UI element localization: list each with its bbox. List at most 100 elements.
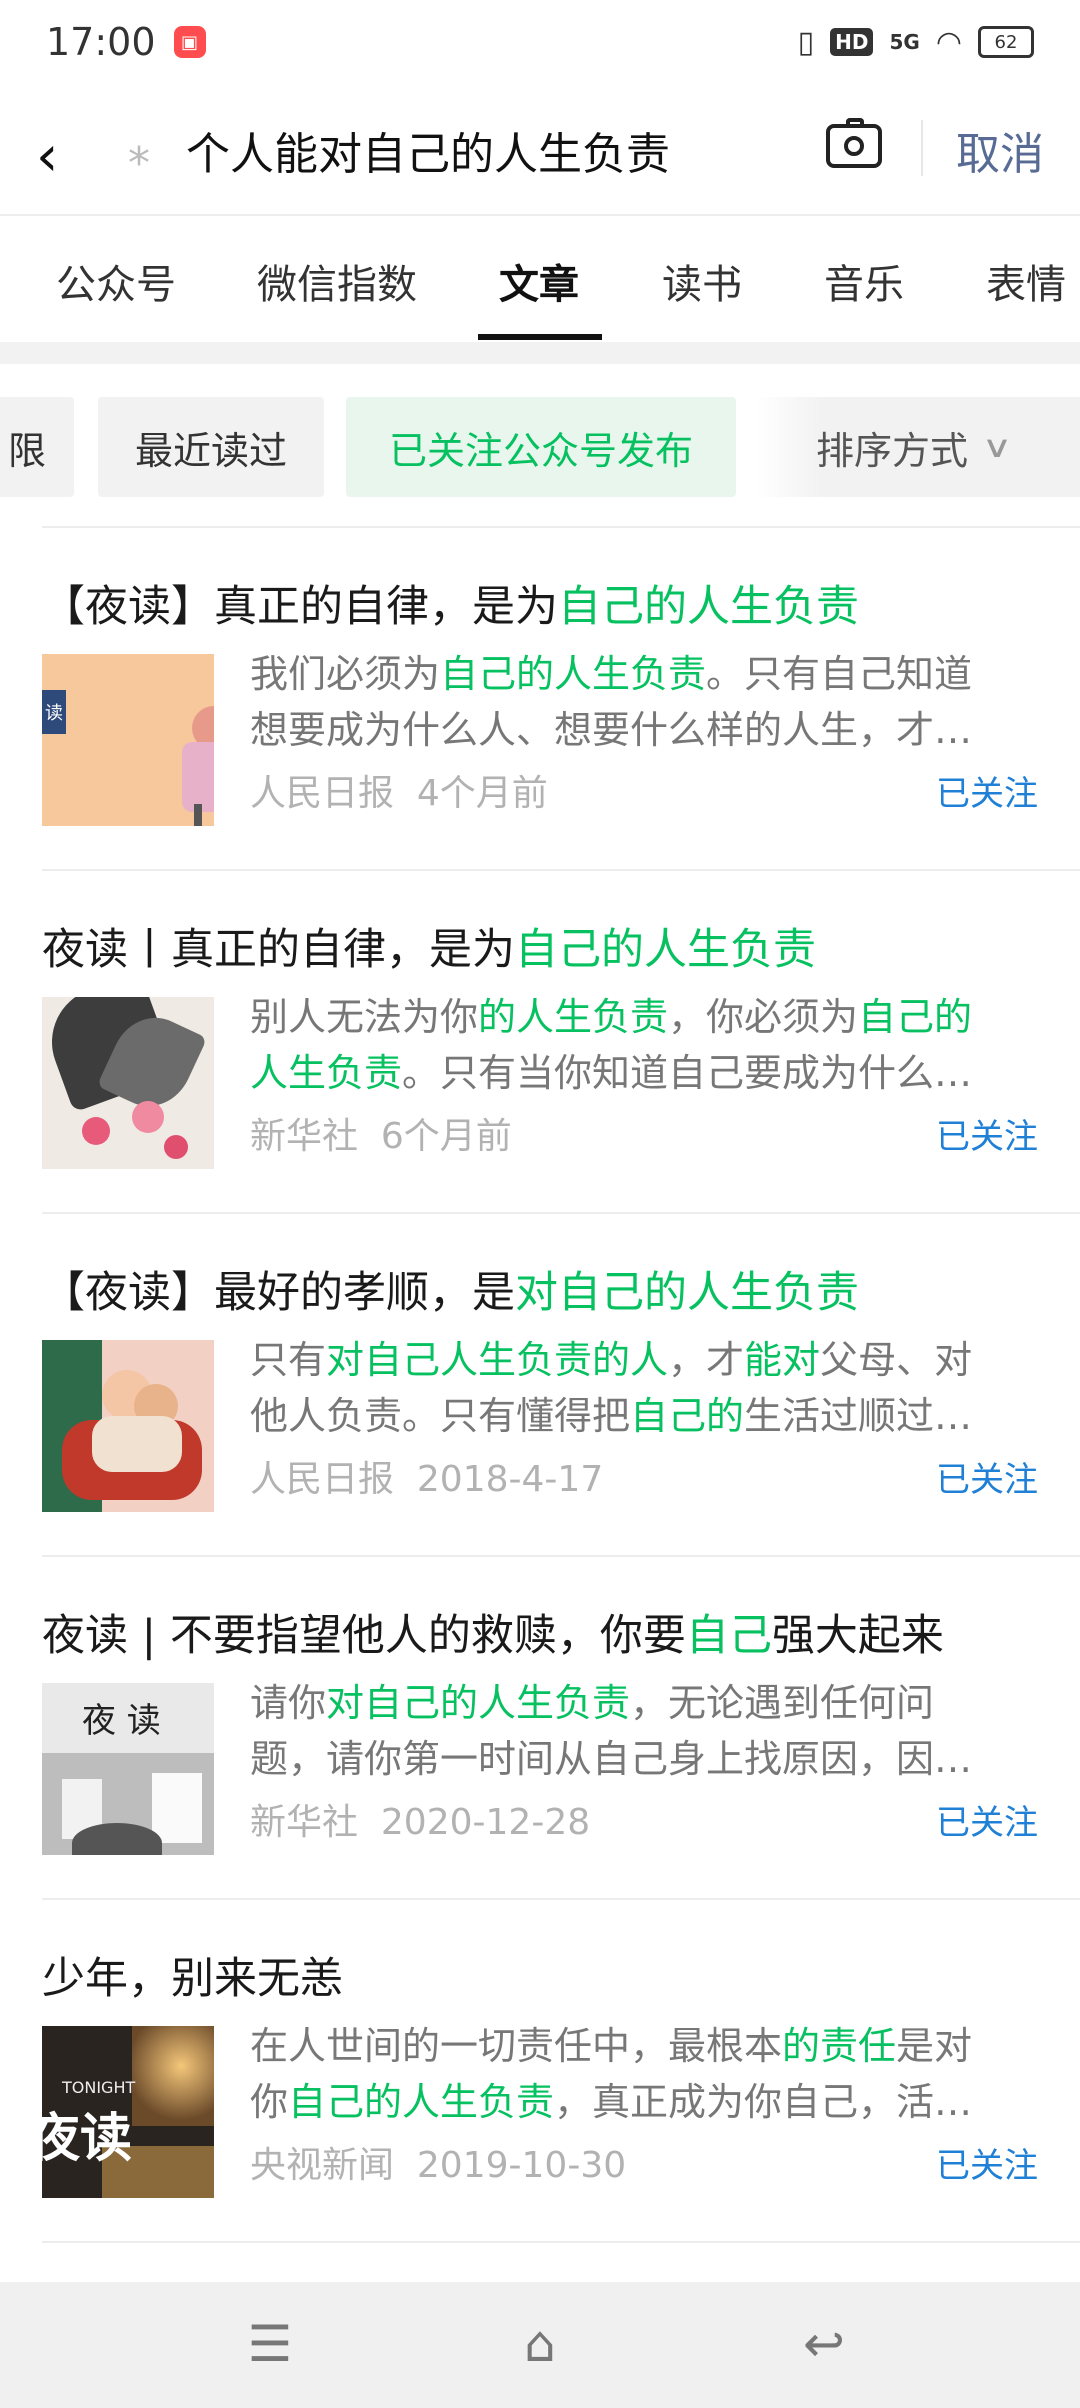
search-input[interactable]: 个人能对自己的人生负责 xyxy=(186,118,670,182)
status-bar: 17:00 ▣ ▯ HD 5G ◠ 62 xyxy=(0,0,1080,84)
filter-chip-followed[interactable]: 已关注公众号发布 xyxy=(346,397,736,497)
text-segment: 你 xyxy=(250,2080,289,2124)
notification-app-icon: ▣ xyxy=(173,26,206,58)
article-thumbnail xyxy=(42,1340,214,1512)
text-segment: 我们必须为 xyxy=(250,652,441,696)
filter-bar: 限 最近读过 已关注公众号发布 排序方式 ∨ xyxy=(0,364,1080,524)
highlighted-text: 自己的 xyxy=(630,1394,745,1438)
home-icon[interactable]: ⌂ xyxy=(500,2312,580,2376)
highlighted-text: 对自己人生负责的人 xyxy=(326,1338,669,1382)
article-thumbnail xyxy=(42,997,214,1169)
status-right: ▯ HD 5G ◠ 62 xyxy=(798,25,1034,60)
text-segment: 是对 xyxy=(896,2024,973,2068)
article-item[interactable]: 【夜读】最好的孝顺，是对自己的人生负责 只有对自己人生负责的人，才能对父母、对 … xyxy=(0,1214,1080,1557)
text-segment: 。只有自己知道 xyxy=(706,652,973,696)
article-title: 夜读丨真正的自律，是为自己的人生负责 xyxy=(42,915,816,977)
article-meta: 央视新闻 2019-10-30 xyxy=(250,2136,626,2188)
camera-icon[interactable] xyxy=(826,118,882,168)
sort-button[interactable]: 排序方式 ∨ xyxy=(756,397,1080,497)
highlighted-text: 自己的 xyxy=(858,995,973,1039)
chevron-down-icon: ∨ xyxy=(981,429,1013,465)
article-title: 【夜读】最好的孝顺，是对自己的人生负责 xyxy=(42,1258,859,1320)
text-segment: 。只有当你知道自己要成为什么… xyxy=(402,1051,973,1095)
text-segment: 【夜读】真正的自律，是为 xyxy=(42,582,558,632)
highlighted-text: 能对 xyxy=(744,1338,821,1382)
article-item[interactable]: 【夜读】真正的自律，是为自己的人生负责 读 我们必须为自己的人生负责。只有自己知… xyxy=(0,528,1080,871)
clear-icon[interactable]: ⁎ xyxy=(128,124,150,175)
article-snippet: 我们必须为自己的人生负责。只有自己知道 想要成为什么人、想要什么样的人生，才… xyxy=(250,646,1040,758)
tab-official-accounts[interactable]: 公众号 xyxy=(56,252,176,310)
text-segment: 只有 xyxy=(250,1338,327,1382)
followed-badge: 已关注 xyxy=(936,1460,1038,1500)
text-segment: 强大起来 xyxy=(771,1611,944,1661)
article-item[interactable]: 少年，别来无恙 TONIGHT 夜读 在人世间的一切责任中，最根本的责任是对 你… xyxy=(0,1900,1080,2243)
tab-stickers[interactable]: 表情 xyxy=(986,252,1066,310)
tab-wechat-index[interactable]: 微信指数 xyxy=(257,252,417,310)
signal-icon: 5G xyxy=(889,30,920,54)
filter-chip-recently-read[interactable]: 最近读过 xyxy=(98,397,324,497)
article-meta: 人民日报 4个月前 xyxy=(250,764,548,816)
article-date: 2018-4-17 xyxy=(416,1459,604,1500)
back-arrow-icon[interactable]: ‹ xyxy=(36,124,58,189)
article-meta: 新华社 2020-12-28 xyxy=(250,1793,590,1845)
back-icon[interactable]: ↩ xyxy=(784,2312,864,2376)
text-segment: 题，请你第一时间从自己身上找原因，因… xyxy=(250,1737,973,1781)
highlighted-text: 自己的人生负责 xyxy=(288,2080,555,2124)
article-source[interactable]: 人民日报 xyxy=(250,773,394,814)
thumb-tonight: TONIGHT xyxy=(62,2078,136,2097)
text-segment: ，真正成为你自己，活… xyxy=(554,2080,973,2124)
followed-badge: 已关注 xyxy=(936,2146,1038,2186)
text-segment: ，你必须为 xyxy=(668,995,859,1039)
article-snippet: 只有对自己人生负责的人，才能对父母、对 他人负责。只有懂得把自己的生活过顺过… xyxy=(250,1332,1040,1444)
article-source[interactable]: 新华社 xyxy=(250,1802,358,1843)
hd-icon: HD xyxy=(830,28,874,56)
article-thumbnail: 夜 读 xyxy=(42,1683,214,1855)
status-left: 17:00 ▣ xyxy=(46,20,206,64)
article-snippet: 在人世间的一切责任中，最根本的责任是对 你自己的人生负责，真正成为你自己，活… xyxy=(250,2018,1040,2130)
article-source[interactable]: 央视新闻 xyxy=(250,2145,394,2186)
article-meta: 新华社 6个月前 xyxy=(250,1107,512,1159)
text-segment: 在人世间的一切责任中，最根本 xyxy=(250,2024,783,2068)
highlighted-text: 对自己的人生负责 xyxy=(326,1681,631,1725)
highlighted-text: 自己 xyxy=(685,1611,772,1661)
tab-music[interactable]: 音乐 xyxy=(824,252,904,310)
vibrate-icon: ▯ xyxy=(797,24,815,60)
cancel-button[interactable]: 取消 xyxy=(956,118,1044,182)
highlighted-text: 自己的人生负责 xyxy=(558,582,859,632)
tab-books[interactable]: 读书 xyxy=(662,252,742,310)
text-segment: ，无论遇到任何问 xyxy=(630,1681,935,1725)
followed-badge: 已关注 xyxy=(936,1117,1038,1157)
text-segment: ，才 xyxy=(668,1338,745,1382)
highlighted-text: 的责任 xyxy=(782,2024,897,2068)
article-source[interactable]: 人民日报 xyxy=(250,1459,394,1500)
article-snippet: 请你对自己的人生负责，无论遇到任何问 题，请你第一时间从自己身上找原因，因… xyxy=(250,1675,1040,1787)
article-meta: 人民日报 2018-4-17 xyxy=(250,1450,603,1502)
article-item[interactable]: 夜读丨真正的自律，是为自己的人生负责 别人无法为你的人生负责，你必须为自己的 人… xyxy=(0,871,1080,1214)
tab-articles[interactable]: 文章 xyxy=(499,252,579,310)
article-title: 少年，别来无恙 xyxy=(42,1944,343,2006)
text-segment: 父母、对 xyxy=(820,1338,973,1382)
article-thumbnail: 读 xyxy=(42,654,214,826)
text-segment: 夜读 | 不要指望他人的救赎，你要 xyxy=(42,1611,686,1661)
followed-badge: 已关注 xyxy=(936,774,1038,814)
text-segment: 【夜读】最好的孝顺，是 xyxy=(42,1268,515,1318)
filter-chip-unlimited[interactable]: 限 xyxy=(0,397,74,497)
sort-label: 排序方式 xyxy=(816,428,969,473)
article-item[interactable]: 夜读 | 不要指望他人的救赎，你要自己强大起来 夜 读 请你对自己的人生负责，无… xyxy=(0,1557,1080,1900)
text-segment: 生活过顺过… xyxy=(744,1394,973,1438)
highlighted-text: 对自己的人生负责 xyxy=(515,1268,859,1318)
search-divider xyxy=(921,120,923,176)
article-date: 2019-10-30 xyxy=(416,2145,627,2186)
highlighted-text: 自己的人生负责 xyxy=(515,925,816,975)
article-thumbnail: TONIGHT 夜读 xyxy=(42,2026,214,2198)
text-segment: 少年，别来无恙 xyxy=(42,1954,343,2004)
article-title: 【夜读】真正的自律，是为自己的人生负责 xyxy=(42,572,859,634)
article-source[interactable]: 新华社 xyxy=(250,1116,358,1157)
text-segment: 别人无法为你 xyxy=(250,995,479,1039)
search-bar: ‹ ⁎ 个人能对自己的人生负责 取消 xyxy=(0,84,1080,214)
active-tab-indicator xyxy=(478,334,602,340)
menu-icon[interactable]: ☰ xyxy=(230,2312,310,2376)
highlighted-text: 人生负责 xyxy=(250,1051,403,1095)
text-segment: 他人负责。只有懂得把 xyxy=(250,1394,631,1438)
highlighted-text: 自己的人生负责 xyxy=(440,652,707,696)
